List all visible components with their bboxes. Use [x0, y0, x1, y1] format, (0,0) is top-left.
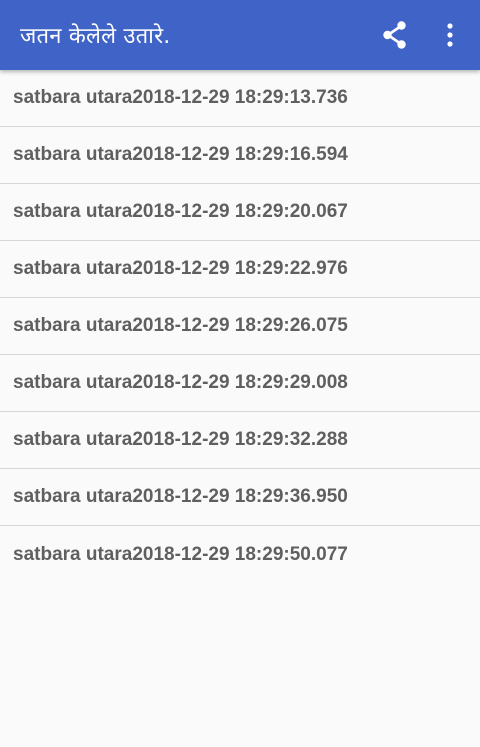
list-item-label: satbara utara2018-12-29 18:29:32.288	[13, 429, 348, 450]
list-item[interactable]: satbara utara2018-12-29 18:29:16.594	[0, 127, 480, 184]
page-title: जतन केलेले उतारे.	[20, 24, 171, 49]
list-item-label: satbara utara2018-12-29 18:29:26.075	[13, 315, 348, 336]
share-icon	[383, 21, 406, 49]
list-item[interactable]: satbara utara2018-12-29 18:29:29.008	[0, 355, 480, 412]
list-item[interactable]: satbara utara2018-12-29 18:29:13.736	[0, 70, 480, 127]
app-bar: जतन केलेले उतारे.	[0, 0, 480, 70]
list-item[interactable]: satbara utara2018-12-29 18:29:20.067	[0, 184, 480, 241]
more-vert-icon	[447, 23, 453, 47]
share-button[interactable]	[374, 0, 416, 70]
list-item[interactable]: satbara utara2018-12-29 18:29:50.077	[0, 526, 480, 583]
list-item-label: satbara utara2018-12-29 18:29:20.067	[13, 201, 348, 222]
list-item[interactable]: satbara utara2018-12-29 18:29:26.075	[0, 298, 480, 355]
overflow-menu-button[interactable]	[432, 0, 468, 70]
list-item-label: satbara utara2018-12-29 18:29:22.976	[13, 258, 348, 279]
saved-extracts-list: satbara utara2018-12-29 18:29:13.736 sat…	[0, 70, 480, 583]
list-item[interactable]: satbara utara2018-12-29 18:29:22.976	[0, 241, 480, 298]
list-item-label: satbara utara2018-12-29 18:29:36.950	[13, 486, 348, 507]
list-item[interactable]: satbara utara2018-12-29 18:29:32.288	[0, 412, 480, 469]
list-item[interactable]: satbara utara2018-12-29 18:29:36.950	[0, 469, 480, 526]
list-item-label: satbara utara2018-12-29 18:29:29.008	[13, 372, 348, 393]
list-item-label: satbara utara2018-12-29 18:29:16.594	[13, 144, 348, 165]
list-item-label: satbara utara2018-12-29 18:29:13.736	[13, 87, 348, 108]
list-item-label: satbara utara2018-12-29 18:29:50.077	[13, 543, 348, 565]
